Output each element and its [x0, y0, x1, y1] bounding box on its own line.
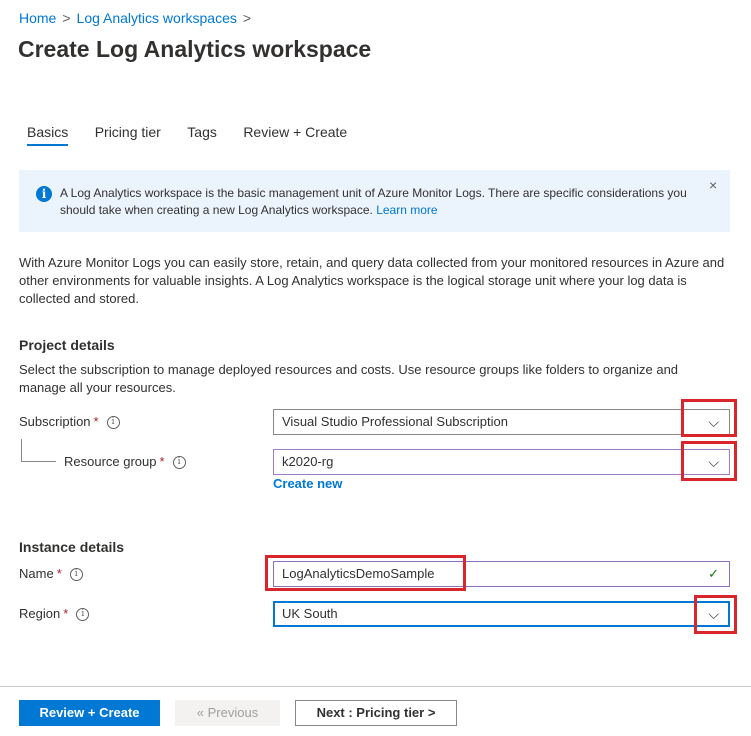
- review-create-button[interactable]: Review + Create: [19, 700, 160, 726]
- resource-group-select[interactable]: k2020-rg ⌵: [273, 449, 730, 475]
- next-pricing-tier-button[interactable]: Next : Pricing tier >: [295, 700, 457, 726]
- region-label: Region * i: [19, 606, 90, 622]
- project-details-desc: Select the subscription to manage deploy…: [19, 362, 679, 395]
- subscription-value: Visual Studio Professional Subscription: [282, 414, 508, 429]
- required-marker: *: [93, 414, 99, 429]
- info-icon[interactable]: i: [76, 608, 90, 622]
- instance-details-title: Instance details: [19, 539, 125, 555]
- chevron-down-icon[interactable]: ⌵: [708, 454, 719, 471]
- page-title: Create Log Analytics workspace: [18, 36, 372, 62]
- name-label: Name * i: [19, 566, 83, 582]
- name-value: LogAnalyticsDemoSample: [282, 566, 435, 581]
- intro-text: With Azure Monitor Logs you can easily s…: [19, 255, 725, 306]
- chevron-down-icon[interactable]: ⌵: [708, 606, 719, 623]
- info-icon[interactable]: i: [106, 416, 120, 430]
- chevron-down-icon[interactable]: ⌵: [708, 414, 719, 431]
- tab-review-create[interactable]: Review + Create: [243, 124, 347, 146]
- breadcrumb-separator: >: [242, 10, 252, 26]
- subscription-label-text: Subscription: [19, 414, 91, 429]
- checkmark-icon: ✓: [708, 566, 719, 581]
- resource-group-label: Resource group * i: [64, 454, 186, 470]
- resource-group-value: k2020-rg: [282, 454, 334, 469]
- required-marker: *: [63, 606, 69, 621]
- region-label-text: Region: [19, 606, 61, 621]
- subscription-label: Subscription * i: [19, 414, 120, 430]
- info-banner: i A Log Analytics workspace is the basic…: [19, 170, 730, 232]
- tab-pricing-tier[interactable]: Pricing tier: [95, 124, 161, 146]
- tab-basics[interactable]: Basics: [27, 124, 69, 146]
- region-value: UK South: [282, 606, 338, 621]
- resource-group-label-text: Resource group: [64, 454, 157, 469]
- info-icon: i: [36, 186, 52, 202]
- project-details-title: Project details: [19, 337, 115, 353]
- required-marker: *: [159, 454, 165, 469]
- previous-button[interactable]: « Previous: [175, 700, 280, 726]
- create-new-link[interactable]: Create new: [273, 476, 342, 491]
- required-marker: *: [56, 566, 62, 581]
- region-select[interactable]: UK South ⌵: [273, 601, 730, 627]
- tab-bar: Basics Pricing tier Tags Review + Create: [19, 124, 369, 150]
- breadcrumb-home-link[interactable]: Home: [19, 10, 56, 26]
- learn-more-link[interactable]: Learn more: [376, 203, 437, 217]
- footer-divider: [0, 686, 751, 687]
- name-input[interactable]: LogAnalyticsDemoSample ✓: [273, 561, 730, 587]
- info-banner-text: A Log Analytics workspace is the basic m…: [60, 185, 700, 219]
- tree-connector: [21, 461, 56, 462]
- subscription-select[interactable]: Visual Studio Professional Subscription …: [273, 409, 730, 435]
- info-banner-message: A Log Analytics workspace is the basic m…: [60, 186, 687, 217]
- tab-tags[interactable]: Tags: [187, 124, 217, 146]
- tree-connector: [21, 439, 22, 462]
- breadcrumb-separator: >: [62, 10, 71, 26]
- info-icon[interactable]: i: [172, 456, 186, 470]
- breadcrumb-workspaces-link[interactable]: Log Analytics workspaces: [77, 10, 237, 26]
- close-icon[interactable]: ×: [709, 177, 717, 193]
- name-label-text: Name: [19, 566, 54, 581]
- info-icon[interactable]: i: [69, 568, 83, 582]
- breadcrumb: Home > Log Analytics workspaces >: [19, 10, 257, 26]
